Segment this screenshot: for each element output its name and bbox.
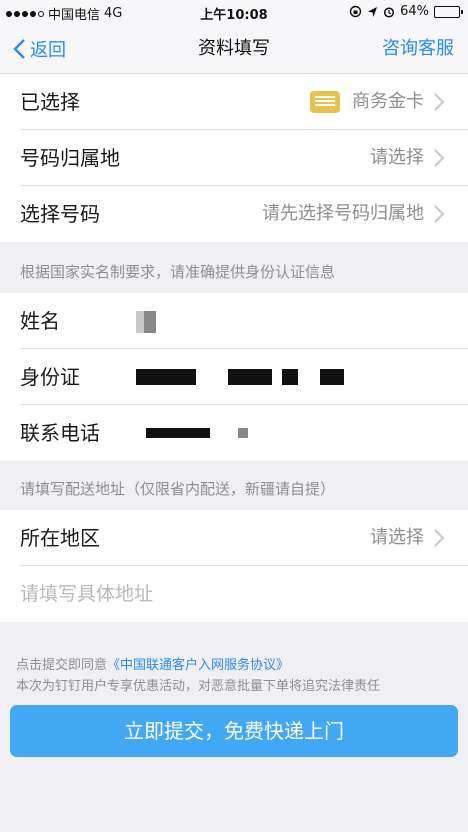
number-region-value: 请选择 <box>370 147 424 168</box>
promotion-notice: 本次为钉钉用户专享优惠活动，对恶意批量下单将追究法律责任 <box>16 679 381 694</box>
selected-plan-row[interactable]: 已选择 商务金卡 <box>20 74 468 130</box>
address-hint: 请填写配送地址（仅限省内配送，新疆请自提） <box>20 480 336 498</box>
agreement-notice: 点击提交即同意《中国联通客户入网服务协议》 本次为钉钉用户专享优惠活动，对恶意批… <box>16 655 380 697</box>
identity-group: 姓名 身份证 联系电话 <box>0 293 468 461</box>
submit-button[interactable]: 立即提交，免费快递上门 <box>10 705 458 757</box>
chevron-right-icon <box>434 529 445 547</box>
battery-percent: 64% <box>400 4 429 19</box>
area-label: 所在地区 <box>20 526 100 550</box>
detail-address-placeholder: 请填写具体地址 <box>20 583 154 605</box>
area-row[interactable]: 所在地区 请选择 <box>20 510 468 566</box>
agreement-link[interactable]: 《中国联通客户入网服务协议》 <box>107 658 289 673</box>
phone-label: 联系电话 <box>20 421 100 445</box>
id-card-label: 身份证 <box>20 365 80 389</box>
lock-rotation-icon <box>349 5 362 18</box>
selected-value: 商务金卡 <box>310 74 424 130</box>
detail-address-field[interactable]: 请填写具体地址 <box>0 566 468 622</box>
number-region-row[interactable]: 号码归属地 请选择 <box>20 130 468 186</box>
phone-value-redacted <box>146 428 210 438</box>
customer-service-button[interactable]: 咨询客服 <box>382 24 454 74</box>
selected-label: 已选择 <box>20 90 80 114</box>
selected-plan-name: 商务金卡 <box>352 91 424 112</box>
nav-bar: 返回 资料填写 咨询客服 <box>0 24 468 74</box>
chevron-right-icon <box>434 205 445 223</box>
phone-row[interactable]: 联系电话 <box>20 405 468 461</box>
selection-group: 已选择 商务金卡 号码归属地 请选择 选择号码 请先选择号码归属地 <box>0 74 468 242</box>
name-label: 姓名 <box>20 309 60 333</box>
phone-value-redacted <box>238 428 248 438</box>
number-region-label: 号码归属地 <box>20 146 120 170</box>
id-value-redacted <box>228 369 272 385</box>
id-value-redacted <box>136 369 196 385</box>
select-number-value: 请先选择号码归属地 <box>262 203 424 224</box>
identity-hint: 根据国家实名制要求，请准确提供身份认证信息 <box>20 263 336 281</box>
name-row[interactable]: 姓名 <box>20 293 468 349</box>
location-icon <box>368 6 378 17</box>
select-number-label: 选择号码 <box>20 202 100 226</box>
status-bar: 中国电信 4G 上午10:08 64% <box>0 0 468 24</box>
alarm-icon <box>384 6 395 18</box>
id-value-redacted <box>282 369 298 385</box>
agreement-line: 点击提交即同意《中国联通客户入网服务协议》 <box>16 655 380 676</box>
id-card-row[interactable]: 身份证 <box>20 349 468 405</box>
address-group: 所在地区 请选择 请填写具体地址 <box>0 510 468 622</box>
id-value-redacted <box>320 369 344 385</box>
chevron-right-icon <box>434 149 445 167</box>
name-value-redacted <box>144 311 156 333</box>
agreement-prefix: 点击提交即同意 <box>16 658 108 673</box>
area-value: 请选择 <box>370 527 424 548</box>
battery-icon <box>434 5 463 18</box>
name-value-redacted <box>136 311 144 333</box>
chevron-right-icon <box>434 93 445 111</box>
status-right: 64% <box>349 4 463 19</box>
select-number-row[interactable]: 选择号码 请先选择号码归属地 <box>20 186 468 242</box>
card-icon <box>310 91 340 113</box>
